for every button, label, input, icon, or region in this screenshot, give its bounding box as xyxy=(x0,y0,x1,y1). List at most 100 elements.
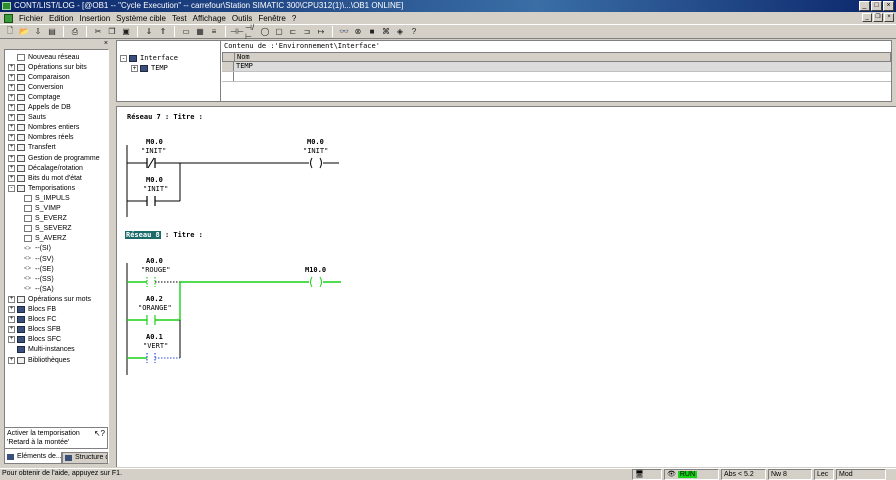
save-icon[interactable]: ▤ xyxy=(46,26,58,38)
catalog-item[interactable]: Multi-instances xyxy=(8,345,75,355)
context-help-icon[interactable]: ? xyxy=(408,26,420,38)
coil-icon[interactable]: ◯ xyxy=(259,26,271,38)
contact-no-icon[interactable]: ⊣⊢ xyxy=(230,26,244,38)
catalog-item[interactable]: + Blocs SFB xyxy=(8,325,61,335)
column-header-name[interactable]: Nom xyxy=(235,53,250,61)
paste-icon[interactable]: ▣ xyxy=(120,26,132,38)
catalog-item[interactable]: S_SEVERZ xyxy=(24,224,72,234)
catalog-item[interactable]: Nouveau réseau xyxy=(8,52,79,62)
open-icon[interactable]: 📂 xyxy=(18,26,30,38)
expand-icon[interactable]: + xyxy=(131,64,138,72)
table-row[interactable]: TEMP xyxy=(222,62,891,72)
expand-icon[interactable]: + xyxy=(8,114,15,122)
doc-restore-button[interactable]: ❐ xyxy=(873,13,883,22)
ladder-editor[interactable]: Réseau 7 : Titre : M0.0 "INIT" M0.0 "INI… xyxy=(116,106,896,467)
load-from-cpu-icon[interactable]: ⇑ xyxy=(157,26,169,38)
connection-icon[interactable]: ↦ xyxy=(315,26,327,38)
table-row-empty[interactable] xyxy=(222,72,891,82)
new-icon[interactable]: 🗋 xyxy=(4,26,16,38)
expand-icon[interactable]: + xyxy=(8,164,15,172)
catalog-tree[interactable]: Nouveau réseau + Opérations sur bits + Compa… xyxy=(4,49,109,463)
menu-fenetre[interactable]: Fenêtre xyxy=(255,14,289,23)
branch-open-icon[interactable]: ⊏ xyxy=(287,26,299,38)
catalog-item[interactable]: - Temporisations xyxy=(8,183,75,193)
maximize-button[interactable]: □ xyxy=(871,1,882,11)
catalog-item[interactable]: + Opérations sur mots xyxy=(8,294,91,304)
catalog-item[interactable]: + Nombres entiers xyxy=(8,123,79,133)
expand-icon[interactable]: + xyxy=(8,134,15,142)
menu-fichier[interactable]: Fichier xyxy=(16,14,46,23)
catalog-item[interactable]: + Transfert xyxy=(8,143,56,153)
document-system-icon[interactable] xyxy=(4,13,13,23)
expand-icon[interactable]: + xyxy=(8,83,15,91)
menu-systeme-cible[interactable]: Système cible xyxy=(113,14,169,23)
catalog-item[interactable]: + Décalage/rotation xyxy=(8,163,83,173)
catalog-item[interactable]: + Blocs FB xyxy=(8,305,56,315)
branch-close-icon[interactable]: ⊐ xyxy=(301,26,313,38)
minimize-button[interactable]: _ xyxy=(859,1,870,11)
expand-icon[interactable]: + xyxy=(8,104,15,111)
expand-icon[interactable]: + xyxy=(8,144,15,152)
menu-insertion[interactable]: Insertion xyxy=(76,14,113,23)
catalog-item[interactable]: + Gestion de programme xyxy=(8,153,100,163)
catalog-item[interactable]: <> --(SA) xyxy=(24,284,54,294)
doc-minimize-button[interactable]: _ xyxy=(862,13,872,22)
menu-edition[interactable]: Edition xyxy=(46,14,76,23)
catalog-item[interactable]: S_EVERZ xyxy=(24,214,67,224)
expand-icon[interactable]: + xyxy=(8,326,15,334)
catalog-item[interactable]: + Bits du mot d'état xyxy=(8,173,82,183)
contact-nc-icon[interactable]: ⊣/⊢ xyxy=(245,23,257,41)
menu-outils[interactable]: Outils xyxy=(229,14,255,23)
catalog-item[interactable]: S_IMPULS xyxy=(24,193,70,203)
symbol-icon[interactable]: ◈ xyxy=(394,26,406,38)
expand-icon[interactable]: + xyxy=(8,93,15,101)
catalog-item[interactable]: + Comptage xyxy=(8,92,60,102)
catalog-item[interactable]: <> --(SS) xyxy=(24,274,54,284)
close-button[interactable]: × xyxy=(883,1,894,11)
comment-icon[interactable]: ≡ xyxy=(208,26,220,38)
catalog-item[interactable]: <> --(SI) xyxy=(24,244,51,254)
help-pointer-icon[interactable]: ↖? xyxy=(94,429,105,438)
catalog-item[interactable]: <> --(SV) xyxy=(24,254,54,264)
box-icon[interactable]: ▢ xyxy=(273,26,285,38)
expand-icon[interactable]: + xyxy=(8,306,15,313)
catalog-item[interactable]: + Nombres réels xyxy=(8,133,74,143)
catalog-item[interactable]: + Blocs FC xyxy=(8,315,56,325)
interface-root-label[interactable]: Interface xyxy=(140,54,178,62)
catalog-item[interactable]: + Sauts xyxy=(8,113,46,123)
collapse-icon[interactable]: - xyxy=(8,184,15,192)
details-icon[interactable]: ▦ xyxy=(194,26,206,38)
catalog-item[interactable]: + Comparaison xyxy=(8,72,70,82)
expand-icon[interactable]: + xyxy=(8,124,15,132)
load-icon[interactable]: ⇩ xyxy=(32,26,44,38)
expand-icon[interactable]: + xyxy=(8,63,15,71)
catalog-item[interactable]: + Conversion xyxy=(8,82,63,92)
menu-test[interactable]: Test xyxy=(169,14,190,23)
expand-icon[interactable]: + xyxy=(8,356,15,364)
expand-icon[interactable]: + xyxy=(8,73,15,81)
expand-icon[interactable]: + xyxy=(8,336,15,344)
load-to-cpu-icon[interactable]: ⇓ xyxy=(143,26,155,38)
catalog-item[interactable]: + Appels de DB xyxy=(8,103,71,113)
monitor-icon[interactable]: 👓 xyxy=(338,26,350,38)
menu-help[interactable]: ? xyxy=(289,14,299,23)
catalog-item[interactable]: + Bibliothèques xyxy=(8,355,70,365)
overview-icon[interactable]: ▭ xyxy=(180,26,192,38)
print-icon[interactable]: ⎙ xyxy=(69,26,81,38)
expand-icon[interactable]: + xyxy=(8,174,15,182)
tab-call-structure[interactable]: Structure d xyxy=(62,452,108,464)
catalog-item[interactable]: S_AVERZ xyxy=(24,234,66,244)
expand-icon[interactable]: + xyxy=(8,295,15,303)
stop-icon[interactable]: ■ xyxy=(366,26,378,38)
catalog-item[interactable]: S_VIMP xyxy=(24,204,61,214)
table-cell-name[interactable]: TEMP xyxy=(234,62,891,71)
cut-icon[interactable]: ✂ xyxy=(92,26,104,38)
interface-temp-label[interactable]: TEMP xyxy=(151,64,168,72)
catalog-item[interactable]: + Opérations sur bits xyxy=(8,62,87,72)
cross-ref-icon[interactable]: ⌘ xyxy=(380,26,392,38)
tab-program-elements[interactable]: Eléments de... xyxy=(4,452,62,464)
catalog-item[interactable]: <> --(SE) xyxy=(24,264,54,274)
collapse-icon[interactable]: - xyxy=(120,54,127,62)
breakpoint-icon[interactable]: ⊗ xyxy=(352,26,364,38)
expand-icon[interactable]: + xyxy=(8,316,15,324)
